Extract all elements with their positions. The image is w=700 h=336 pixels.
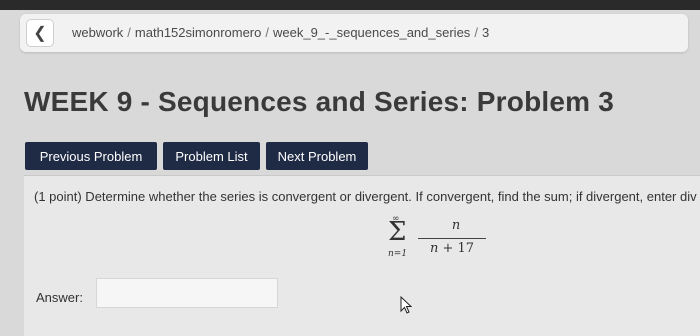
breadcrumb-separator: / <box>127 25 131 40</box>
sigma-symbol: Σ <box>388 217 407 247</box>
breadcrumb-trail: webwork / math152simonromero / week_9_-_sequ… <box>72 25 489 40</box>
previous-problem-button[interactable]: Previous Problem <box>25 142 157 170</box>
screen-top-edge <box>0 0 700 10</box>
back-button[interactable]: ❮ <box>26 19 54 47</box>
series-formula: ∞ Σ n=1 n n + 17 <box>384 214 494 264</box>
chevron-left-icon: ❮ <box>33 25 47 42</box>
problem-list-button[interactable]: Problem List <box>163 142 260 170</box>
breadcrumb-item-webwork[interactable]: webwork <box>72 25 123 40</box>
fraction-bar <box>418 238 486 239</box>
fraction-numerator: n <box>451 218 461 233</box>
problem-statement: (1 point) Determine whether the series i… <box>34 189 697 204</box>
breadcrumb-item-problem: 3 <box>481 25 490 40</box>
next-problem-button[interactable]: Next Problem <box>266 142 368 170</box>
breadcrumb-separator: / <box>474 25 478 40</box>
mouse-cursor-icon <box>400 296 412 314</box>
breadcrumb-item-set[interactable]: week_9_-_sequences_and_series <box>273 25 470 40</box>
fraction-denominator: n + 17 <box>418 241 486 256</box>
sum-lower-limit: n=1 <box>388 249 408 259</box>
problem-box: (1 point) Determine whether the series i… <box>24 175 700 336</box>
page-title: WEEK 9 - Sequences and Series: Problem 3 <box>24 86 614 117</box>
answer-label: Answer: <box>36 290 83 305</box>
denominator-rest: + 17 <box>438 241 475 256</box>
breadcrumb-separator: / <box>265 25 269 40</box>
answer-input[interactable] <box>96 278 278 308</box>
breadcrumb-item-course[interactable]: math152simonromero <box>135 25 261 40</box>
breadcrumb: ❮ webwork / math152simonromero / week_9_-_se… <box>20 14 688 52</box>
